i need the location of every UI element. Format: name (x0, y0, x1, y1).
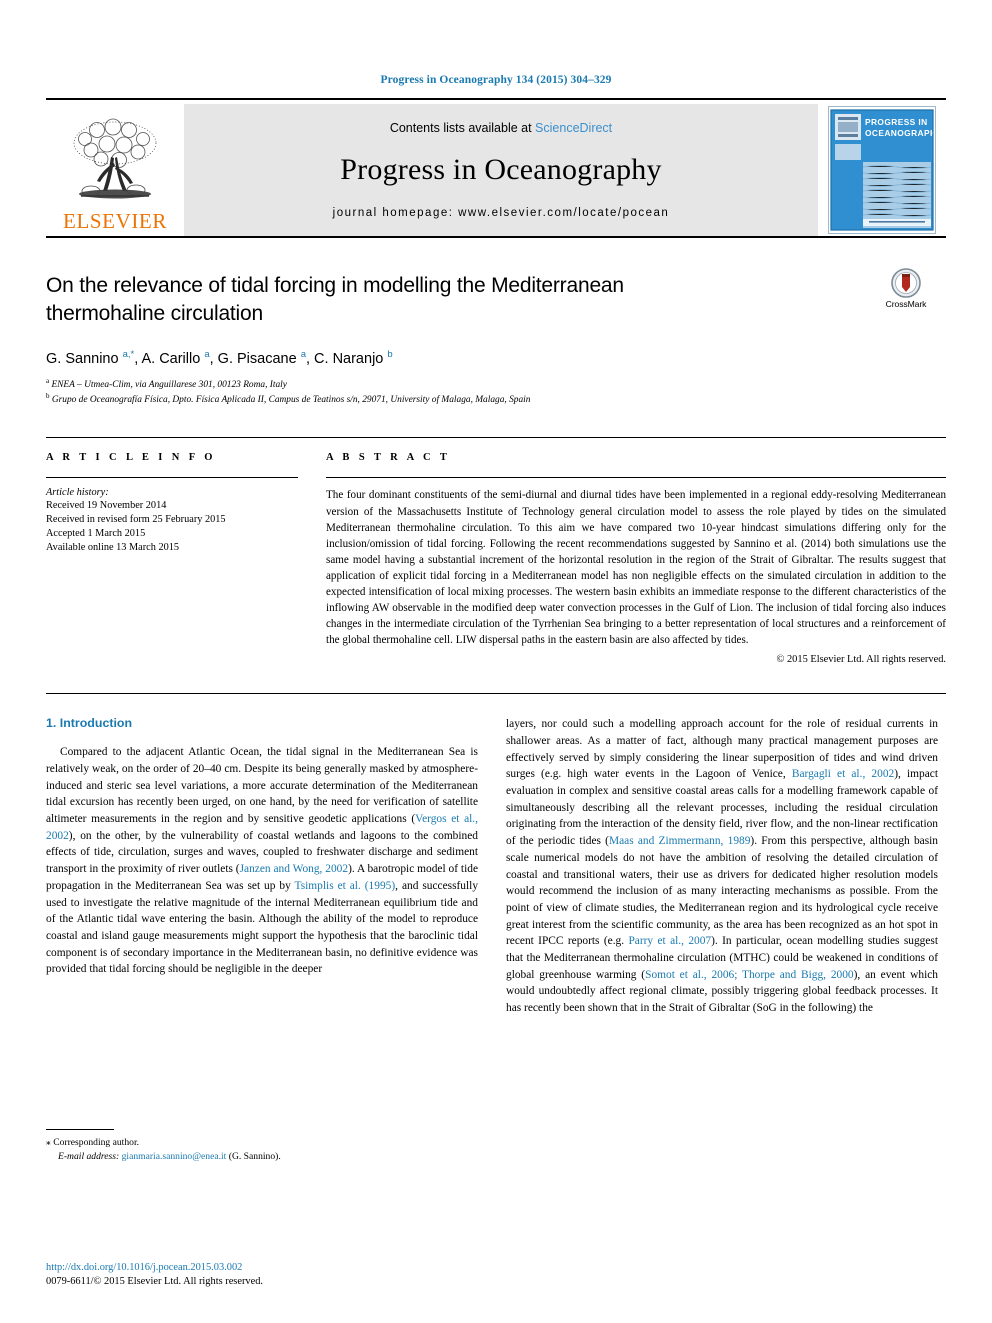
paper-page: Progress in Oceanography 134 (2015) 304–… (0, 0, 992, 1323)
abstract-rule (326, 477, 946, 479)
footnote-block: ⁎ Corresponding author. E-mail address: … (46, 1129, 478, 1163)
svg-text:OCEANOGRAPHY: OCEANOGRAPHY (865, 128, 935, 138)
article-info-rule (46, 477, 298, 479)
body-column-right: layers, nor could such a modelling appro… (506, 716, 938, 1163)
abstract-heading: A B S T R A C T (326, 452, 451, 464)
history-available-online: Available online 13 March 2015 (46, 542, 180, 554)
abstract-column: A B S T R A C T The four dominant consti… (326, 452, 946, 665)
citation-link[interactable]: Janzen and Wong, 2002 (240, 863, 348, 875)
footer-doi-block: http://dx.doi.org/10.1016/j.pocean.2015.… (46, 1261, 478, 1289)
affiliation-a-text: ENEA – Utmea-Clim, via Anguillarese 301,… (51, 380, 287, 391)
citation-link[interactable]: Bargagli et al., 2002 (792, 768, 894, 780)
elsevier-logo: ELSEVIER (46, 104, 184, 236)
abstract-copyright: © 2015 Elsevier Ltd. All rights reserved… (776, 654, 947, 666)
history-revised: Received in revised form 25 February 201… (46, 514, 226, 526)
section-heading-introduction: 1. Introduction (46, 716, 133, 731)
crossmark-badge[interactable]: CrossMark (866, 268, 946, 309)
email-link[interactable]: gianmaria.sannino@enea.it (122, 1151, 227, 1162)
affiliation-b: b Grupo de Oceanografía Física, Dpto. Fí… (46, 392, 531, 406)
sciencedirect-link[interactable]: ScienceDirect (535, 121, 612, 135)
info-abstract-row: A R T I C L E I N F O Article history: R… (46, 437, 946, 665)
intro-paragraph-left: Compared to the adjacent Atlantic Ocean,… (46, 744, 478, 978)
doi-link[interactable]: http://dx.doi.org/10.1016/j.pocean.2015.… (46, 1261, 478, 1275)
footnote-corresponding-author: ⁎ Corresponding author. (46, 1136, 478, 1149)
email-owner: (G. Sannino). (228, 1150, 281, 1162)
affiliation-b-text: Grupo de Oceanografía Física, Dpto. Físi… (51, 395, 531, 406)
contents-prefix: Contents lists available at (389, 121, 536, 135)
affiliation-a: a ENEA – Utmea-Clim, via Anguillarese 30… (46, 377, 287, 391)
issn-copyright-line: 0079-6611/© 2015 Elsevier Ltd. All right… (46, 1275, 264, 1287)
body-column-left: 1. Introduction Compared to the adjacent… (46, 716, 478, 1163)
page-title: On the relevance of tidal forcing in mod… (46, 274, 624, 325)
asterisk-icon: ⁎ (46, 1137, 51, 1149)
title-block: CrossMark On the relevance of tidal forc… (46, 268, 946, 407)
cover-artwork: PROGRESS IN OCEANOGRAPHY (829, 107, 935, 233)
elsevier-tree-icon (73, 118, 157, 199)
contents-available-line: Contents lists available at ScienceDirec… (390, 121, 612, 135)
history-received: Received 19 November 2014 (46, 500, 167, 512)
body-text-segment: Compared to the adjacent Atlantic Ocean,… (46, 746, 478, 826)
abstract-text: The four dominant constituents of the se… (326, 489, 946, 647)
journal-cover-cell: PROGRESS IN OCEANOGRAPHY (818, 104, 946, 236)
citation-link[interactable]: Somot et al., 2006; Thorpe and Bigg, 200… (645, 969, 854, 981)
corresponding-author-text: Corresponding author. (53, 1137, 140, 1149)
footnote-rule (46, 1129, 114, 1131)
article-info-heading: A R T I C L E I N F O (46, 452, 216, 464)
citation-link[interactable]: Tsimplis et al. (1995) (295, 880, 396, 892)
journal-homepage-link[interactable]: journal homepage: www.elsevier.com/locat… (333, 207, 670, 219)
body-text-segment: , and successfully used to investigate t… (46, 879, 479, 976)
body-columns: 1. Introduction Compared to the adjacent… (46, 693, 946, 1163)
citation-link[interactable]: Parry et al., 2007 (628, 935, 711, 947)
article-history-label: Article history: (46, 487, 109, 499)
author-list: G. Sannino a,*, A. Carillo a, G. Pisacan… (46, 349, 393, 368)
article-info-column: A R T I C L E I N F O Article history: R… (46, 452, 298, 665)
intro-paragraph-right: layers, nor could such a modelling appro… (506, 716, 938, 1017)
journal-masthead: ELSEVIER Contents lists available at Sci… (46, 98, 946, 238)
crossmark-label: CrossMark (885, 299, 927, 309)
citation-link[interactable]: Maas and Zimmermann, 1989 (609, 835, 750, 847)
crossmark-icon (891, 268, 921, 298)
history-accepted: Accepted 1 March 2015 (46, 528, 146, 540)
body-text-segment: ). From this perspective, although basin… (506, 835, 938, 948)
email-label: E-mail address: (58, 1150, 120, 1162)
svg-text:PROGRESS IN: PROGRESS IN (865, 117, 928, 127)
journal-cover-thumbnail: PROGRESS IN OCEANOGRAPHY (828, 106, 936, 234)
elsevier-wordmark: ELSEVIER (63, 209, 167, 233)
journal-title: Progress in Oceanography (340, 153, 662, 186)
masthead-bottom-rule (46, 236, 946, 238)
footnote-email-line: E-mail address: gianmaria.sannino@enea.i… (46, 1150, 478, 1163)
masthead-center: Contents lists available at ScienceDirec… (184, 104, 818, 236)
running-head: Progress in Oceanography 134 (2015) 304–… (380, 74, 612, 86)
